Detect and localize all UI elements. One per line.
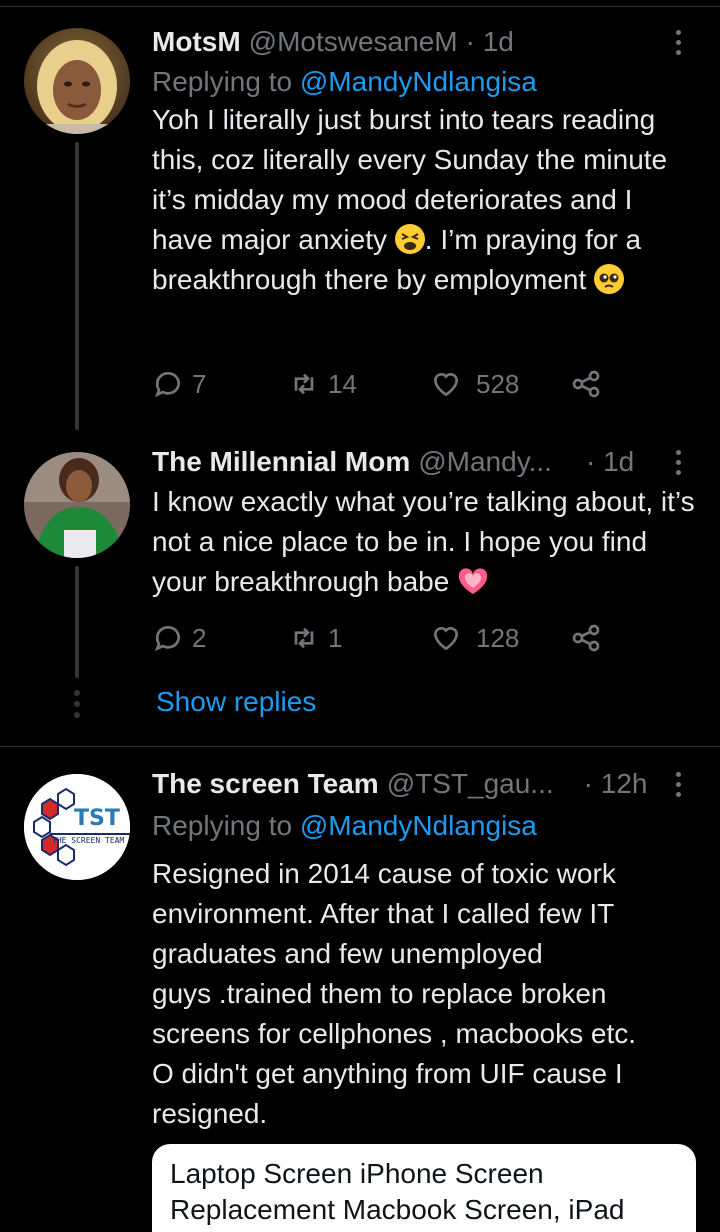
reply-button[interactable]: 2 — [152, 622, 288, 654]
retweet-icon — [294, 627, 314, 649]
share-button[interactable] — [570, 622, 602, 654]
display-name[interactable]: MotsM — [152, 26, 241, 58]
replying-to: Replying to @MandyNdlangisa — [152, 810, 537, 841]
display-name[interactable]: The Millennial Mom — [152, 446, 410, 478]
card-title-line1: Laptop Screen iPhone Screen — [170, 1158, 544, 1189]
tweet-header: MotsM @MotswesaneM · 1d — [152, 22, 696, 62]
tweet-header: The screen Team @TST_gau... · 12h — [152, 764, 696, 804]
tweet-text: Yoh I literally just burst into tears re… — [152, 104, 668, 295]
share-icon — [572, 624, 600, 652]
retweet-button[interactable]: 14 — [288, 368, 430, 400]
pleading-face-emoji — [594, 264, 625, 294]
heart-icon — [433, 372, 459, 397]
timestamp[interactable]: · 12h — [584, 768, 648, 800]
avatar-millennial-mom[interactable] — [24, 452, 130, 558]
show-replies-link[interactable]: Show replies — [156, 686, 316, 718]
reply-button[interactable]: 7 — [152, 368, 288, 400]
tweet-actions: 7 14 528 — [152, 368, 602, 400]
reply-count: 7 — [192, 368, 207, 399]
thread-line — [75, 566, 79, 678]
mention-link[interactable]: @MandyNdlangisa — [300, 66, 537, 97]
like-count: 128 — [476, 622, 520, 653]
sparkling-heart-emoji — [457, 566, 488, 596]
tweet-text: Resigned in 2014 cause of toxic work env… — [152, 858, 637, 1129]
link-preview-card[interactable]: Laptop Screen iPhone Screen Replacement … — [152, 1144, 696, 1232]
logo-subtext: THE SCREEN TEAM — [52, 836, 125, 845]
more-options-icon[interactable] — [658, 442, 698, 482]
more-options-icon[interactable] — [658, 22, 698, 62]
retweet-icon — [294, 373, 314, 395]
mention-link[interactable]: @MandyNdlangisa — [300, 810, 537, 841]
thread-continuation-dots — [74, 690, 80, 718]
like-button[interactable]: 528 — [430, 368, 570, 400]
like-count: 528 — [476, 368, 520, 399]
user-handle[interactable]: @MotswesaneM — [249, 26, 458, 58]
card-title-line2: Replacement Macbook Screen, iPad — [170, 1194, 625, 1225]
tweet-text: I know exactly what you’re talking about… — [152, 486, 695, 597]
timestamp[interactable]: · 1d — [466, 26, 514, 58]
retweet-button[interactable]: 1 — [288, 622, 430, 654]
replying-to: Replying to @MandyNdlangisa — [152, 66, 537, 97]
top-divider — [0, 6, 720, 7]
avatar-screen-team[interactable]: TST THE SCREEN TEAM — [24, 774, 130, 880]
tweet-header: The Millennial Mom @Mandy... · 1d — [152, 442, 696, 482]
like-button[interactable]: 128 — [430, 622, 570, 654]
tired-face-emoji — [394, 224, 425, 254]
display-name[interactable]: The screen Team — [152, 768, 379, 800]
avatar-motsm[interactable] — [24, 28, 130, 134]
heart-icon — [433, 626, 459, 651]
logo-text: TST — [74, 806, 120, 831]
user-handle[interactable]: @TST_gau... — [387, 768, 554, 800]
tweet-actions: 2 1 128 — [152, 622, 602, 654]
reply-count: 2 — [192, 622, 207, 653]
retweet-count: 14 — [328, 368, 357, 399]
share-button[interactable] — [570, 368, 602, 400]
reply-icon — [155, 372, 180, 398]
more-options-icon[interactable] — [658, 764, 698, 804]
share-icon — [572, 370, 600, 398]
thread-line — [75, 142, 79, 430]
timeline: MotsM @MotswesaneM · 1d Replying to @Man… — [0, 0, 720, 1232]
timestamp[interactable]: · 1d — [586, 446, 634, 478]
reply-icon — [155, 626, 180, 652]
retweet-count: 1 — [328, 622, 343, 653]
user-handle[interactable]: @Mandy... — [418, 446, 552, 478]
tweet-divider — [0, 746, 720, 747]
